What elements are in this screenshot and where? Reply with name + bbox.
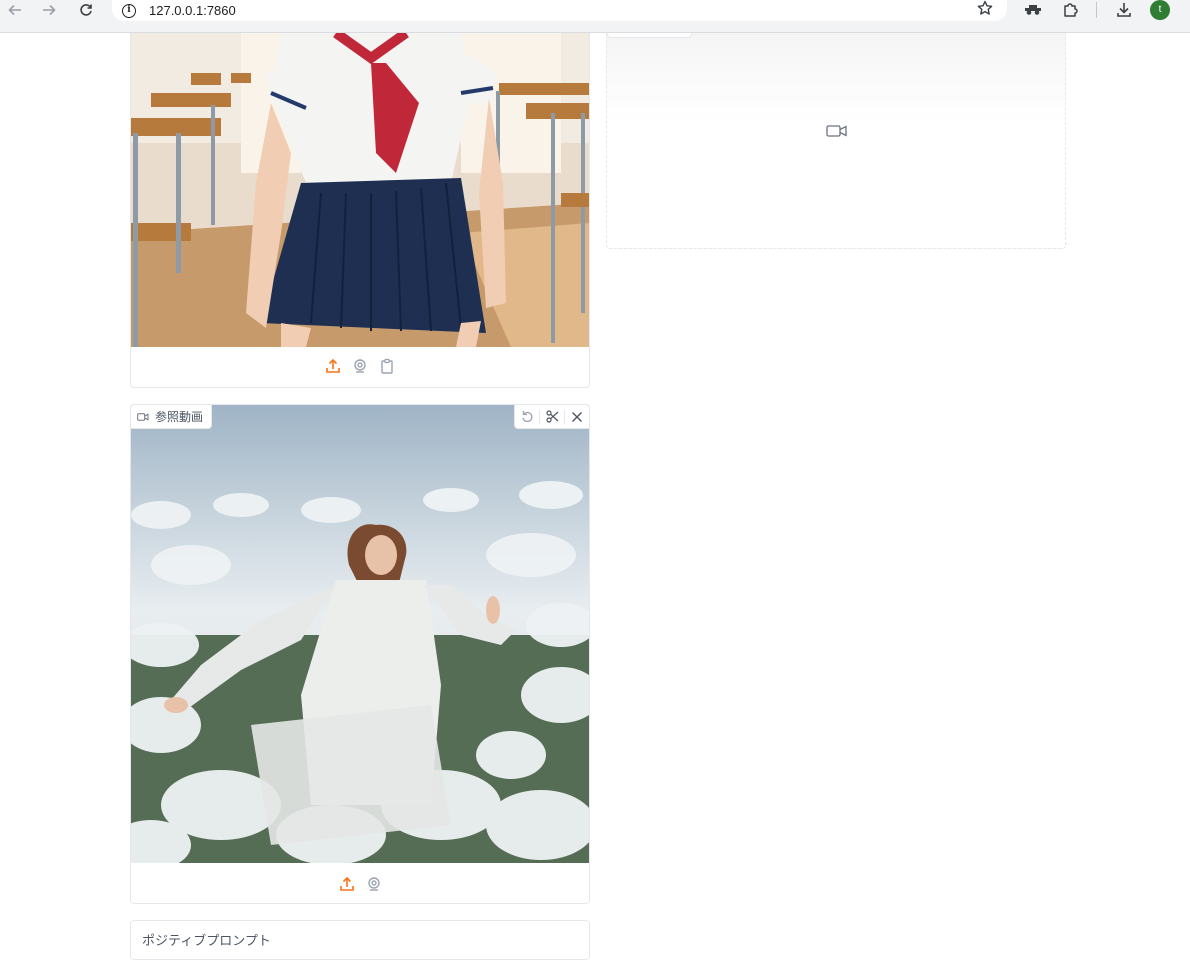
forward-icon[interactable] (36, 0, 62, 20)
bookmark-star-icon[interactable] (977, 0, 993, 20)
clipboard-icon[interactable] (379, 357, 396, 374)
video-toolbar (514, 405, 589, 429)
incognito-extension-icon[interactable] (1022, 0, 1044, 20)
webcam-icon[interactable] (352, 357, 369, 374)
input-image-panel (130, 33, 590, 388)
reference-video-panel: 参照動画 (130, 404, 590, 904)
upload-icon[interactable] (338, 875, 355, 892)
close-icon[interactable] (565, 405, 589, 429)
reference-video-label: 参照動画 (131, 405, 213, 429)
input-source-selector (131, 357, 589, 374)
undo-icon[interactable] (515, 405, 539, 429)
reference-video-preview[interactable] (131, 405, 589, 863)
address-bar[interactable]: i 127.0.0.1:7860 (112, 0, 1007, 21)
video-camera-icon (137, 412, 149, 421)
download-icon[interactable] (1113, 0, 1135, 20)
url-text: 127.0.0.1:7860 (149, 3, 236, 18)
output-video-panel (606, 33, 1066, 249)
video-camera-icon (826, 125, 847, 137)
positive-prompt-label: ポジティブプロンプト (142, 934, 271, 949)
site-info-icon[interactable]: i (122, 3, 136, 18)
trim-icon[interactable] (540, 405, 564, 429)
reload-icon[interactable] (73, 0, 99, 20)
upload-icon[interactable] (325, 357, 342, 374)
output-video-label-tab (607, 33, 692, 38)
profile-avatar[interactable]: t (1150, 0, 1170, 20)
extensions-puzzle-icon[interactable] (1059, 0, 1081, 20)
webcam-icon[interactable] (365, 875, 382, 892)
input-image-preview (131, 33, 589, 347)
positive-prompt-panel[interactable]: ポジティブプロンプト (130, 920, 590, 960)
browser-toolbar: i 127.0.0.1:7860 t (0, 0, 1190, 33)
toolbar-divider (1096, 2, 1097, 18)
reference-video-label-text: 参照動画 (155, 410, 204, 424)
back-icon[interactable] (2, 0, 28, 20)
video-source-selector (131, 875, 589, 892)
